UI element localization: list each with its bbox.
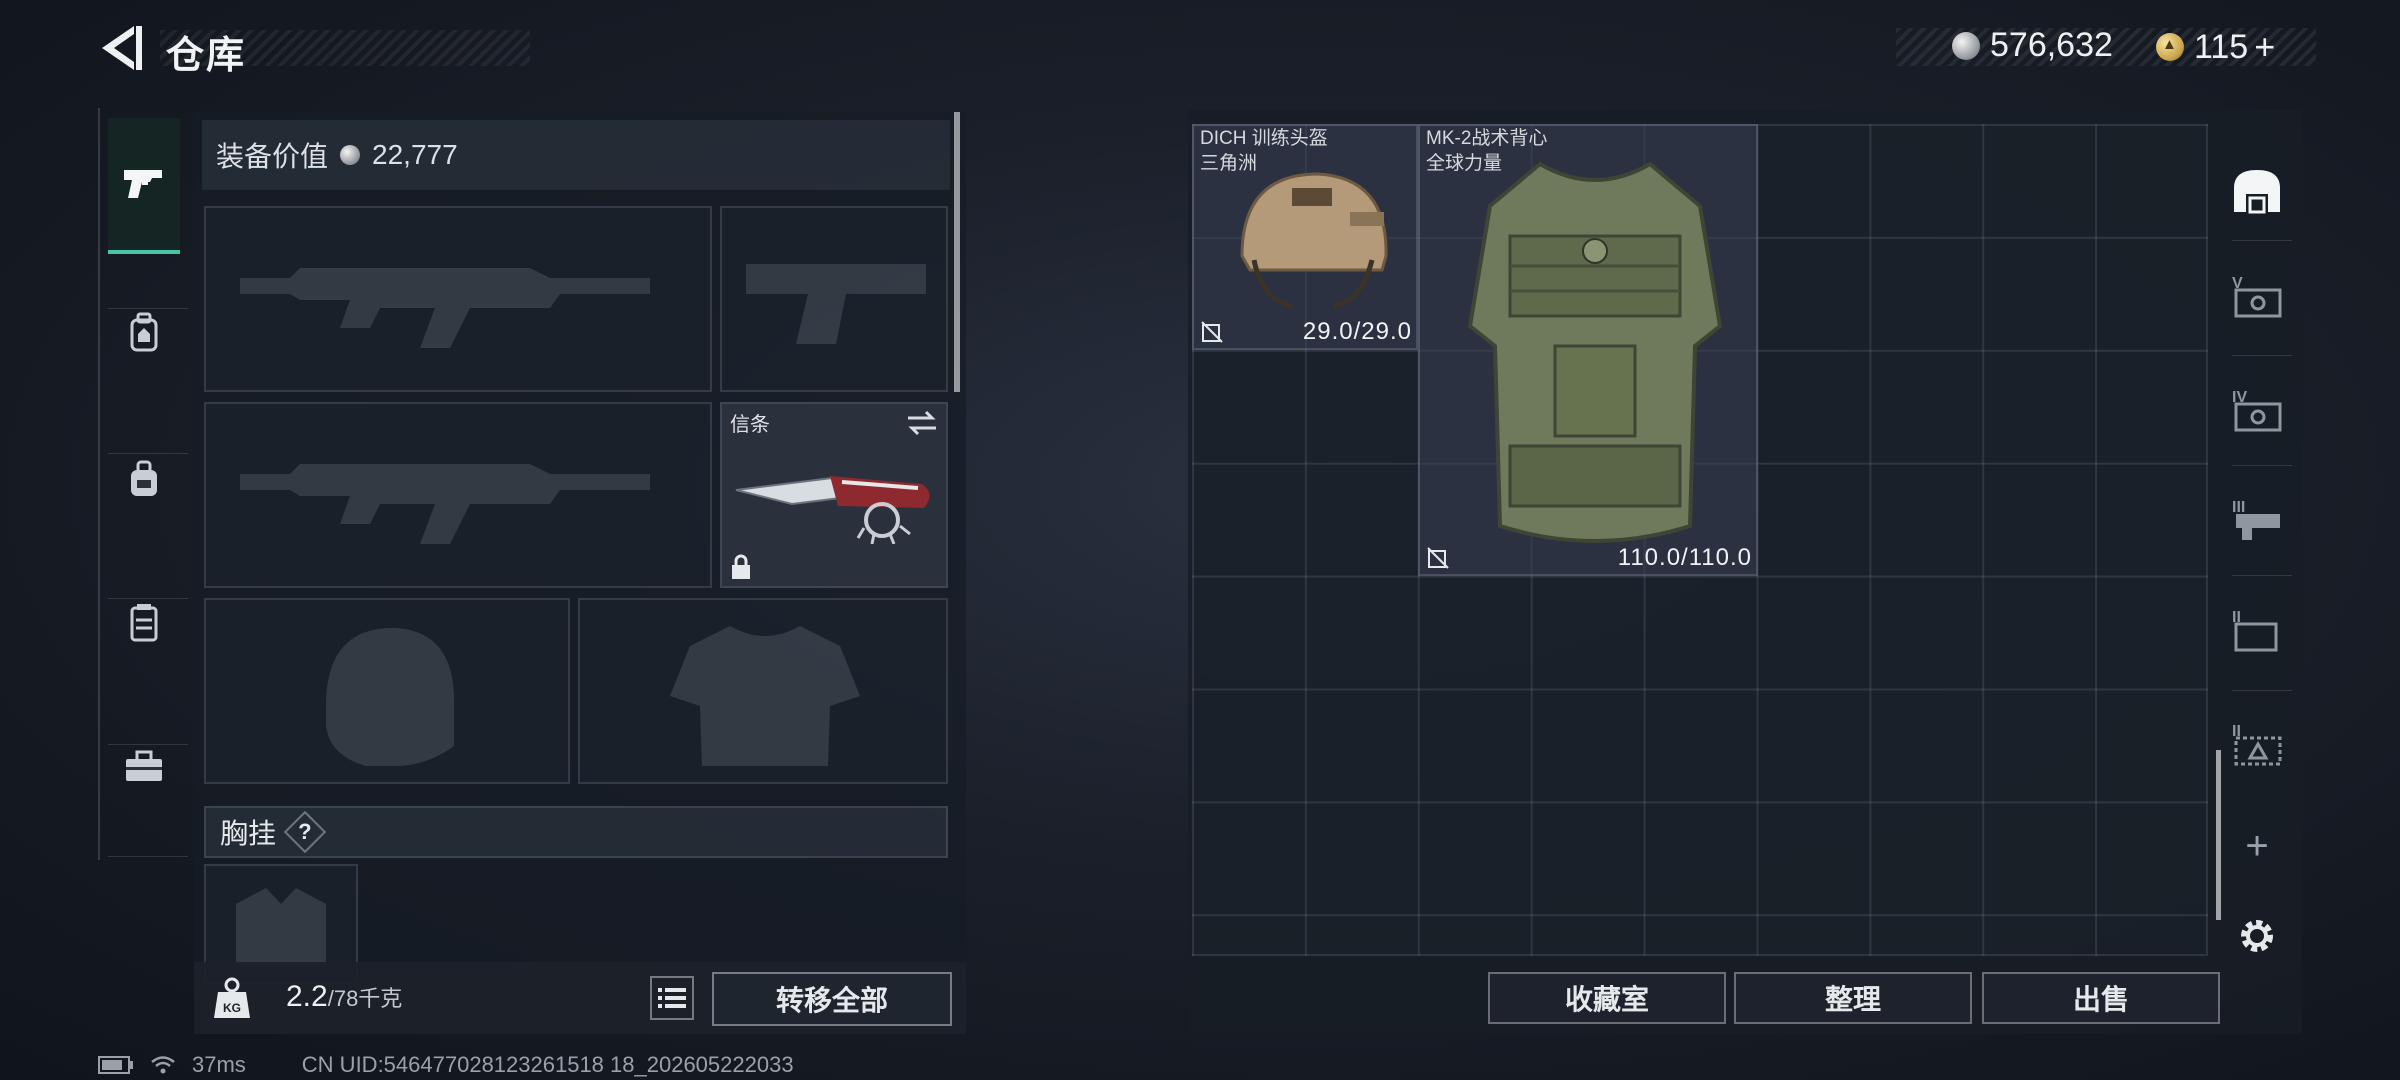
toolbox-icon — [126, 750, 162, 781]
gold-amount: 115 — [2194, 27, 2249, 66]
stash-tab-main[interactable] — [2212, 140, 2302, 240]
melee-slot[interactable]: 信条 — [720, 402, 948, 588]
item-name: DICH 训练头盔 — [1200, 128, 1328, 149]
status-bar: 37ms CN UID:546477028123261518 18_202605… — [98, 1052, 794, 1078]
loadout-scrollbar[interactable] — [954, 112, 960, 392]
weight-current: 2.2 — [286, 980, 328, 1013]
tactical-vest-image-icon — [1467, 161, 1723, 543]
pistol-icon — [124, 170, 162, 198]
tab-divider — [2232, 690, 2292, 691]
item-durability: 110.0/110.0 — [1617, 544, 1752, 571]
top-bar: 仓库 576,632 115 + — [0, 0, 2400, 100]
silver-coin-icon — [1952, 31, 1980, 60]
wifi-icon — [151, 1056, 175, 1074]
nav-weapons[interactable] — [108, 118, 180, 254]
stash-item-helmet[interactable]: DICH 训练头盔 三角洲 29.0/29.0 — [1192, 124, 1418, 350]
tab-divider — [2232, 240, 2292, 241]
nav-backpack[interactable] — [108, 264, 180, 400]
svg-text:III: III — [2232, 499, 2245, 516]
nav-toolbox[interactable] — [108, 698, 180, 834]
stash-tabs: V IV III II II + — [2212, 110, 2302, 1034]
gear-icon — [2241, 920, 2273, 952]
chest-rig-silhouette-icon — [236, 888, 326, 964]
sell-button[interactable]: 出售 — [1982, 972, 2220, 1024]
stash-tab-ii[interactable]: II — [2212, 580, 2302, 680]
stash-item-vest[interactable]: MK-2战术背心 全球力量 110.0/110.0 — [1418, 124, 1758, 576]
tab-divider — [2232, 465, 2292, 466]
secondary-weapon-slot[interactable] — [204, 402, 712, 588]
collection-room-button[interactable]: 收藏室 — [1488, 972, 1726, 1024]
melee-name: 信条 — [730, 414, 770, 436]
tier-iv-case-icon: IV — [2232, 389, 2282, 432]
armor-silhouette-icon — [670, 626, 860, 766]
list-icon — [658, 988, 686, 1008]
tier-ii-case-icon: II — [2232, 609, 2278, 652]
weight-capacity: /78千克 — [327, 986, 403, 1011]
help-icon: ? — [298, 818, 312, 844]
equipment-value-label: 装备价值 — [216, 141, 329, 172]
stash-panel: DICH 训练头盔 三角洲 29.0/29.0 MK-2战术背心 全球力量 11… — [1188, 110, 2302, 1034]
stash-tab-iv[interactable]: IV — [2212, 360, 2302, 460]
silver-amount: 576,632 — [1990, 26, 2113, 64]
silver-coin-icon — [340, 145, 361, 165]
weight-display: 2.2/78千克 — [286, 980, 402, 1014]
helmet-slot[interactable] — [204, 598, 570, 784]
tier-v-case-icon: V — [2232, 275, 2282, 318]
transfer-all-button[interactable]: 转移全部 — [712, 972, 952, 1026]
stash-tab-iii[interactable]: III — [2212, 470, 2302, 570]
silver-currency[interactable]: 576,632 — [1952, 26, 2113, 65]
nav-bottom-line — [108, 856, 188, 857]
vest-icon — [130, 604, 158, 642]
lock-icon — [732, 554, 750, 579]
list-view-button[interactable] — [650, 976, 694, 1020]
stash-grid[interactable]: DICH 训练头盔 三角洲 29.0/29.0 MK-2战术背心 全球力量 11… — [1192, 124, 2208, 956]
tab-divider — [2232, 355, 2292, 356]
organize-button[interactable]: 整理 — [1734, 972, 1972, 1024]
item-durability: 29.0/29.0 — [1302, 318, 1412, 345]
tab-divider — [2232, 575, 2292, 576]
primary-weapon-slot[interactable] — [204, 206, 712, 392]
pistol-slot[interactable] — [720, 206, 948, 392]
equipment-value-amount: 22,777 — [372, 139, 458, 170]
back-button[interactable] — [96, 22, 144, 74]
battery-icon — [98, 1056, 133, 1074]
gold-add-icon[interactable]: + — [2254, 26, 2275, 68]
help-button[interactable]: ? — [283, 810, 327, 854]
category-nav — [98, 108, 190, 860]
back-arrow-icon — [102, 26, 142, 70]
bag-icon — [131, 460, 157, 496]
armor-slot[interactable] — [578, 598, 948, 784]
pistol-silhouette-icon — [746, 264, 926, 344]
gold-currency[interactable]: 115 + — [2156, 26, 2275, 68]
no-drop-icon — [1427, 547, 1449, 569]
ping-text: 37ms — [192, 1052, 246, 1077]
tier-iii-case-icon: III — [2232, 499, 2280, 540]
helmet-image-icon — [1240, 172, 1388, 309]
page-title: 仓库 — [166, 35, 247, 77]
swap-icon[interactable] — [906, 410, 938, 436]
chest-rig-label: 胸挂 — [220, 818, 277, 849]
gold-coin-icon — [2156, 33, 2184, 61]
rifle-silhouette-icon — [240, 464, 650, 544]
nav-bag[interactable] — [108, 410, 180, 546]
chest-rig-header: 胸挂 ? — [204, 806, 948, 858]
home-tab-icon — [2234, 170, 2280, 214]
knife-icon — [735, 476, 930, 544]
add-stash-tab-button[interactable]: + — [2212, 796, 2302, 896]
weight-kg-icon: KG — [214, 977, 250, 1018]
svg-text:KG: KG — [223, 1001, 241, 1015]
backpack-icon — [130, 312, 158, 352]
stash-tab-i[interactable]: II — [2212, 694, 2302, 794]
equipment-value-bar: 装备价值 22,777 — [202, 120, 950, 190]
loadout-footer: KG 2.2/78千克 转移全部 — [194, 962, 966, 1034]
no-drop-icon — [1201, 321, 1223, 343]
stash-tab-v[interactable]: V — [2212, 246, 2302, 346]
nav-vest[interactable] — [108, 554, 180, 690]
loadout-panel: 装备价值 22,777 信条 胸挂 ? — [194, 112, 966, 1034]
rifle-silhouette-icon — [240, 268, 650, 348]
tier-i-case-icon: II — [2232, 723, 2282, 766]
helmet-silhouette-icon — [326, 627, 455, 766]
settings-button[interactable] — [2212, 886, 2302, 986]
uid-text: CN UID:546477028123261518 18_20260522203… — [301, 1052, 794, 1077]
